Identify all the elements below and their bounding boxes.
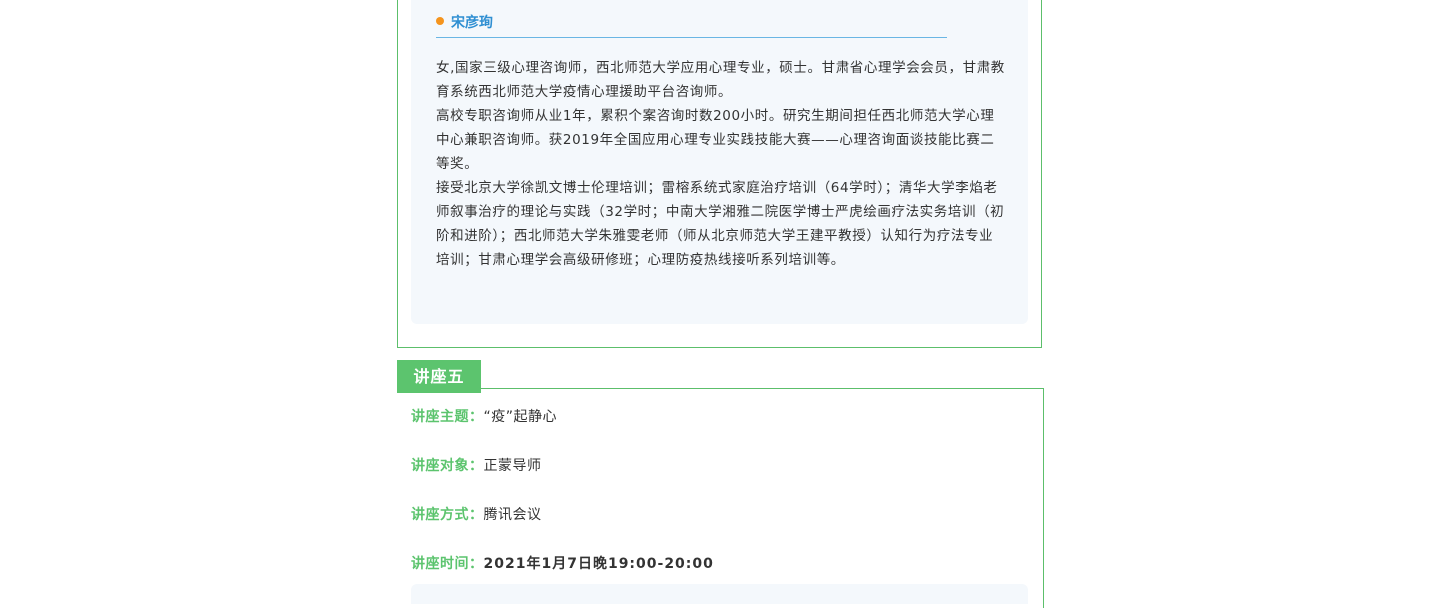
bullet-dot-icon [436,17,444,25]
lecture-method-label: 讲座方式： [411,507,484,523]
lecture-method-value: 腾讯会议 [483,507,542,523]
speaker-header: 宋彦珣 [436,10,947,38]
lecture-topic-label: 讲座主题： [411,409,484,425]
bio-paragraph: 高校专职咨询师从业1年，累积个案咨询时数200小时。研究生期间担任西北师范大学心… [436,108,995,172]
lecture-topic-value: “疫”起静心 [483,409,558,425]
lecture-audience-row: 讲座对象：正蒙导师 [411,455,542,475]
lecture-method-row: 讲座方式：腾讯会议 [411,504,542,524]
lecture-topic-row: 讲座主题：“疫”起静心 [411,406,557,426]
speaker-bio: 女,国家三级心理咨询师，西北师范大学应用心理专业，硕士。甘肃省心理学会会员，甘肃… [436,56,1006,272]
speaker-name: 宋彦珣 [451,15,493,31]
lecture-audience-value: 正蒙导师 [483,458,542,474]
lecture-tag: 讲座五 [397,360,481,393]
lecture-time-row: 讲座时间：2021年1月7日晚19:00-20:00 [411,553,714,573]
lecture-audience-label: 讲座对象： [411,458,484,474]
lecture-time-label: 讲座时间： [411,556,484,572]
bio-paragraph: 接受北京大学徐凯文博士伦理培训；雷榕系统式家庭治疗培训（64学时）；清华大学李焰… [436,180,1005,268]
lecture-time-value: 2021年1月7日晚19:00-20:00 [483,556,714,572]
bio-paragraph: 女,国家三级心理咨询师，西北师范大学应用心理专业，硕士。甘肃省心理学会会员，甘肃… [436,60,1005,100]
speaker-bio-card-next [411,584,1028,604]
